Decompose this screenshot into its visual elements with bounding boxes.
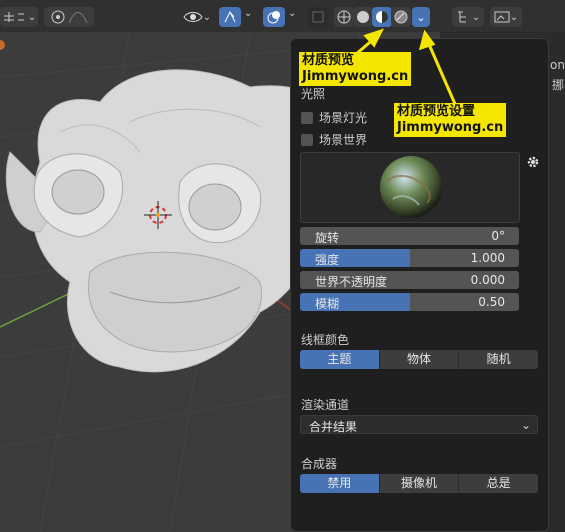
annotation-2-line-2: Jimmywong.cn	[397, 120, 504, 135]
annotation-material-preview-settings: 材质预览设置 Jimmywong.cn	[394, 103, 507, 137]
annotation-1-line-2: Jimmywong.cn	[302, 69, 409, 84]
annotation-2-line-1: 材质预览设置	[397, 104, 476, 119]
annotation-arrows	[354, 28, 457, 105]
annotation-material-preview: 材质预览 Jimmywong.cn	[299, 52, 412, 86]
annotation-1-line-1: 材质预览	[302, 53, 355, 68]
